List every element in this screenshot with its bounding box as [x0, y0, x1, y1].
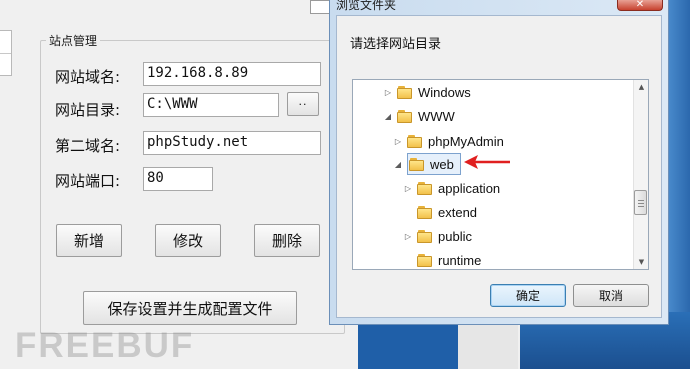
tree-item-extend[interactable]: extend: [403, 201, 477, 223]
browse-button[interactable]: ··: [287, 92, 319, 116]
folder-tree[interactable]: ▷ Windows ◢ WWW ▷ phpMyAdmin ◢ web ▷ app…: [352, 79, 649, 270]
dialog-title: 浏览文件夹: [336, 0, 397, 12]
port-label: 网站端口:: [55, 172, 121, 190]
dir-label: 网站目录:: [55, 101, 121, 119]
scroll-down-icon[interactable]: ▼: [634, 255, 649, 269]
tree-item-label: Windows: [418, 84, 471, 100]
tree-item-runtime[interactable]: runtime: [403, 249, 482, 269]
port-input[interactable]: 80: [143, 167, 213, 191]
folder-icon: [397, 109, 412, 123]
folder-icon: [397, 85, 412, 99]
tree-item-label: web: [430, 156, 454, 172]
selected-item-highlight[interactable]: web: [407, 153, 461, 175]
folder-icon: [407, 134, 422, 148]
tree-item-label: extend: [438, 204, 478, 220]
second-domain-input[interactable]: phpStudy.net: [143, 131, 321, 155]
scrollbar-thumb[interactable]: [634, 190, 647, 215]
expand-arrow-icon[interactable]: ▷: [403, 184, 413, 193]
cancel-button[interactable]: 取消: [573, 284, 649, 307]
folder-icon: [417, 181, 432, 195]
tree-item-label: public: [438, 228, 472, 244]
collapse-arrow-icon[interactable]: ◢: [383, 112, 393, 121]
add-button[interactable]: 新增: [56, 224, 122, 257]
tree-item-label: WWW: [418, 108, 455, 124]
tree-item-phpmyadmin[interactable]: ▷ phpMyAdmin: [393, 130, 504, 152]
window-control-button[interactable]: [310, 0, 330, 14]
tree-item-web[interactable]: ◢ web: [393, 153, 461, 175]
expand-arrow-icon[interactable]: ▷: [383, 88, 393, 97]
background-window-strip: [358, 320, 458, 369]
second-domain-label: 第二域名:: [55, 137, 121, 155]
folder-icon: [417, 253, 432, 267]
expand-arrow-icon[interactable]: ▷: [393, 137, 403, 146]
background-window-strip-gray: [458, 320, 518, 369]
ok-button[interactable]: 确定: [490, 284, 566, 307]
dialog-prompt: 请选择网站目录: [350, 37, 442, 52]
domain-label: 网站域名:: [55, 68, 121, 86]
scroll-up-icon[interactable]: ▲: [634, 80, 649, 94]
folder-icon: [409, 157, 424, 171]
close-icon[interactable]: ✕: [617, 0, 663, 11]
expand-arrow-icon[interactable]: ▷: [403, 232, 413, 241]
domain-input[interactable]: 192.168.8.89: [143, 62, 321, 86]
modify-button[interactable]: 修改: [155, 224, 221, 257]
tree-item-public[interactable]: ▷ public: [403, 225, 472, 247]
site-list[interactable]: [0, 30, 12, 76]
delete-button[interactable]: 删除: [254, 224, 320, 257]
folder-icon: [417, 205, 432, 219]
tree-item-label: application: [438, 180, 501, 196]
tree-item-windows[interactable]: ▷ Windows: [383, 81, 471, 103]
tree-item-label: phpMyAdmin: [428, 133, 504, 149]
tree-scrollbar[interactable]: ▲ ▼: [633, 80, 648, 269]
tree-item-www[interactable]: ◢ WWW: [383, 105, 455, 127]
annotation-arrow-icon: [464, 155, 510, 169]
folder-icon: [417, 229, 432, 243]
tree-item-application[interactable]: ▷ application: [403, 177, 500, 199]
tree-item-label: runtime: [438, 252, 482, 268]
watermark: FREEBUF: [15, 326, 195, 365]
collapse-arrow-icon[interactable]: ◢: [393, 160, 403, 169]
group-title: 站点管理: [46, 32, 101, 49]
save-config-button[interactable]: 保存设置并生成配置文件: [83, 291, 297, 325]
dir-input[interactable]: C:\WWW: [143, 93, 279, 117]
